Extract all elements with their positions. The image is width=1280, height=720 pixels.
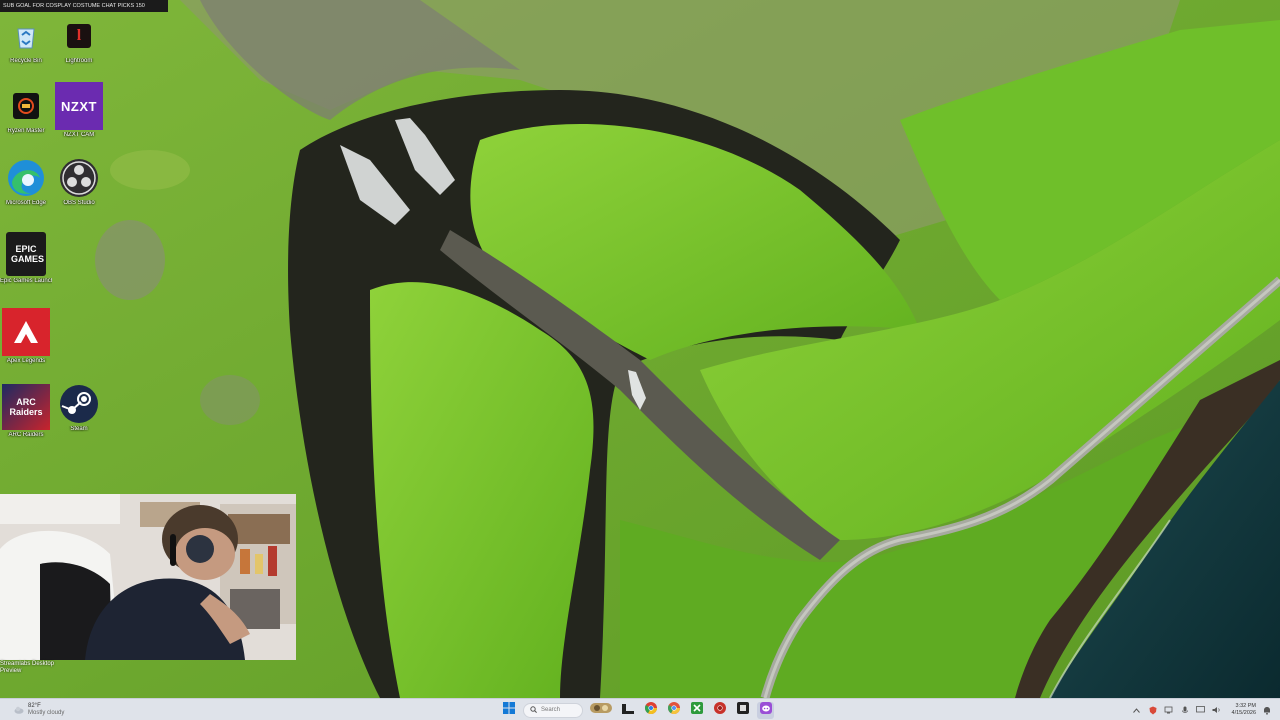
epic-tile-text: EPIC GAMES <box>11 244 45 264</box>
desktop-icon-label: Epic Games Launcher <box>0 278 52 284</box>
taskbar-chrome[interactable] <box>642 702 659 719</box>
arc-raiders-icon: ARC Raiders <box>2 384 50 430</box>
desktop-icon-label: Lightroom <box>65 58 93 64</box>
desktop-icon-epic-games[interactable]: EPIC GAMES Epic Games Launcher <box>0 228 52 300</box>
taskbar-apps: Search <box>500 701 774 719</box>
webcam-overlay <box>0 494 296 660</box>
widgets-icon <box>590 701 612 719</box>
taskbar-widgets-button[interactable] <box>589 702 613 719</box>
l-app-icon: l <box>59 16 99 56</box>
network-icon[interactable] <box>1164 705 1174 715</box>
desktop-icon-label: Recycle Bin <box>10 58 42 64</box>
volume-icon[interactable] <box>1212 705 1222 715</box>
security-shield-icon[interactable] <box>1148 705 1158 715</box>
discord-icon <box>759 701 772 719</box>
apex-icon <box>2 308 50 356</box>
desktop-icon-label: Ryzen Master <box>7 128 45 134</box>
desktop-icon-recycle-bin[interactable]: Recycle Bin <box>0 12 52 84</box>
obs-icon <box>59 158 99 198</box>
file-explorer-icon <box>621 701 634 719</box>
desktop-icon-label: Apex Legends <box>6 358 46 364</box>
cloud-icon <box>14 701 24 719</box>
ryzen-master-icon <box>6 86 46 126</box>
taskbar-clock[interactable]: 3:32 PM 4/15/2026 <box>1232 703 1256 717</box>
epic-games-icon: EPIC GAMES <box>6 232 46 276</box>
clock-date: 4/15/2026 <box>1231 710 1256 716</box>
stream-goal-banner: SUB GOAL FOR COSPLAY COSTUME CHAT PICKS … <box>0 0 168 12</box>
start-button[interactable] <box>500 702 517 719</box>
taskbar-obs[interactable] <box>734 702 751 719</box>
taskbar-discord[interactable] <box>757 701 774 719</box>
desktop-icon-label: OBS Studio <box>63 200 95 206</box>
desktop-icon-steam[interactable]: Steam <box>53 380 105 452</box>
desktop-icon-label: ARC Raiders <box>8 432 44 438</box>
desktop-icon-nzxt[interactable]: NZXT NZXT CAM <box>53 78 105 150</box>
desktop-icon-obs[interactable]: OBS Studio <box>53 154 105 226</box>
weather-condition: Mostly cloudy <box>28 710 65 716</box>
desktop-icon-lightroom[interactable]: l Lightroom <box>53 12 105 84</box>
chrome-alt-icon <box>667 701 680 719</box>
microphone-icon[interactable] <box>1180 705 1190 715</box>
xbox-icon <box>690 701 703 719</box>
chrome-icon <box>644 701 657 719</box>
steam-icon <box>59 384 99 424</box>
desktop-icon-label: NZXT CAM <box>63 132 95 138</box>
desktop-icon-edge[interactable]: Microsoft Edge <box>0 154 52 226</box>
system-tray: 3:32 PM 4/15/2026 <box>1132 701 1272 719</box>
taskbar-search-box[interactable]: Search <box>523 702 583 718</box>
webcam-feed-image <box>0 494 296 660</box>
desktop-icon-arc-raiders[interactable]: ARC Raiders ARC Raiders <box>0 380 52 452</box>
webcam-caption: Streamlabs Desktop Preview <box>0 661 55 674</box>
desktop-icon-apex[interactable]: Apex Legends <box>0 304 52 376</box>
taskbar-file-explorer[interactable] <box>619 702 636 719</box>
clock-time: 3:32 PM <box>1235 703 1256 709</box>
windows-start-icon <box>502 701 515 719</box>
arc-tile-text: ARC Raiders <box>9 397 43 417</box>
obs-taskbar-icon <box>736 701 749 719</box>
recycle-bin-icon <box>6 16 46 56</box>
weather-temperature: 82°F <box>28 703 41 709</box>
chevron-up-icon[interactable] <box>1132 705 1142 715</box>
desktop-icon-label: Microsoft Edge <box>5 200 47 206</box>
search-placeholder: Search <box>541 707 561 713</box>
taskbar-xbox[interactable] <box>688 702 705 719</box>
taskbar: 82°F Mostly cloudy Search 3:32 PM 4/15/2… <box>0 698 1280 720</box>
display-icon[interactable] <box>1196 705 1206 715</box>
nzxt-icon: NZXT <box>55 82 103 130</box>
taskbar-chrome-profile[interactable] <box>665 702 682 719</box>
desktop-icon-label: Steam <box>70 426 88 432</box>
edge-icon <box>6 158 46 198</box>
taskbar-chrome-red[interactable] <box>711 702 728 719</box>
chrome-red-icon <box>713 701 726 719</box>
taskbar-weather-widget[interactable]: 82°F Mostly cloudy <box>14 701 64 719</box>
search-icon <box>530 705 537 715</box>
notification-bell-icon[interactable] <box>1262 705 1272 715</box>
nzxt-tile-text: NZXT <box>61 98 97 114</box>
desktop-icon-ryzen-master[interactable]: Ryzen Master <box>0 82 52 154</box>
